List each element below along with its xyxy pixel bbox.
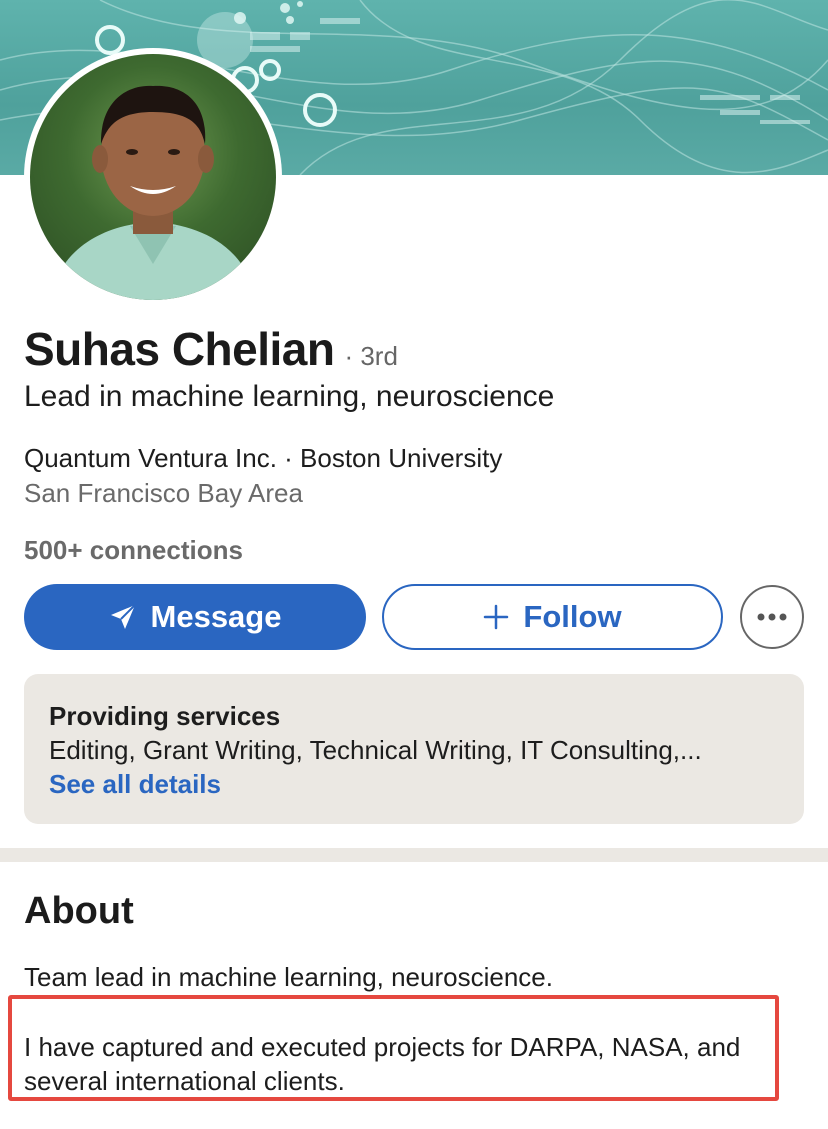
about-heading: About bbox=[24, 890, 134, 932]
profile-headline: Lead in machine learning, neuroscience bbox=[24, 380, 555, 413]
plus-icon bbox=[483, 604, 509, 630]
follow-button-label: Follow bbox=[523, 599, 622, 634]
message-button[interactable]: Message bbox=[24, 584, 366, 650]
about-paragraph-1: Team lead in machine learning, neuroscie… bbox=[24, 962, 553, 992]
services-title: Providing services bbox=[49, 701, 281, 731]
profile-location: San Francisco Bay Area bbox=[24, 478, 303, 508]
profile-photo bbox=[30, 54, 276, 300]
paper-plane-icon bbox=[109, 603, 137, 631]
follow-button[interactable]: Follow bbox=[382, 584, 723, 650]
providing-services-card[interactable]: Providing services Editing, Grant Writin… bbox=[24, 674, 804, 824]
profile-avatar[interactable] bbox=[24, 48, 282, 306]
connection-degree: · 3rd bbox=[344, 341, 398, 371]
ellipsis-icon bbox=[757, 608, 787, 626]
more-options-button[interactable] bbox=[740, 585, 804, 649]
name-row: Suhas Chelian · 3rd bbox=[24, 322, 398, 376]
profile-connections[interactable]: 500+ connections bbox=[24, 535, 243, 566]
services-list: Editing, Grant Writing, Technical Writin… bbox=[49, 735, 702, 765]
message-button-label: Message bbox=[150, 599, 282, 634]
profile-company-school[interactable]: Quantum Ventura Inc. · Boston University bbox=[24, 443, 502, 474]
see-all-details-link[interactable]: See all details bbox=[49, 769, 221, 800]
about-paragraph-2: I have captured and executed projects fo… bbox=[24, 1032, 741, 1096]
section-divider bbox=[0, 848, 828, 862]
profile-name: Suhas Chelian bbox=[24, 323, 335, 375]
